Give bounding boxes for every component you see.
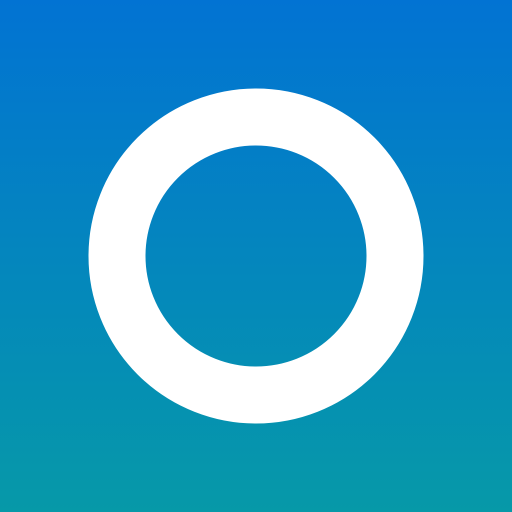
gradient-background (0, 0, 512, 512)
app-icon-tile (0, 0, 512, 512)
app-icon-svg (0, 0, 512, 512)
